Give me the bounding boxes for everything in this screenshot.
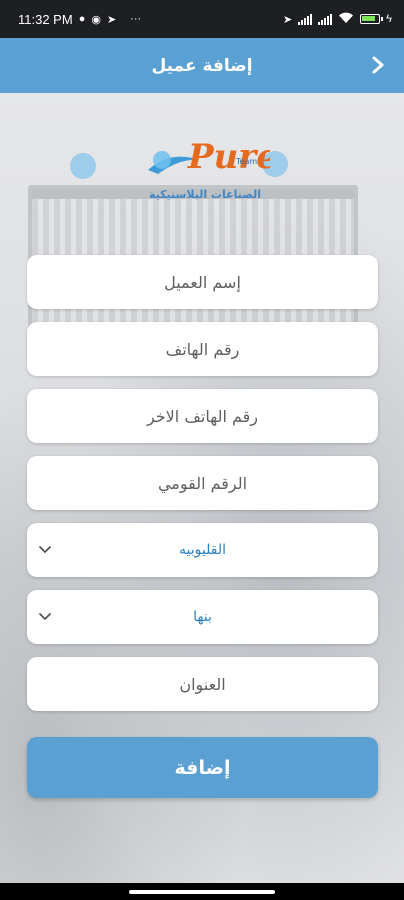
phone-field[interactable] (27, 322, 378, 376)
chevron-right-icon (372, 56, 384, 74)
messenger-icon: ◉ (91, 13, 101, 26)
signal-icon (298, 13, 313, 25)
address-input[interactable] (27, 657, 378, 711)
city-select[interactable]: بنها (27, 590, 378, 644)
company-logo: Pure Team الصناعات البلاستيكية (140, 130, 278, 202)
chevron-down-icon (39, 613, 51, 620)
governorate-select[interactable]: القليوبيه (27, 523, 378, 577)
logo-mark-icon: Pure Team (148, 137, 278, 177)
status-bar: 11:32 PM ● ◉ ➤ ··· ➤ ϟ (0, 0, 404, 38)
logo-subtitle: الصناعات البلاستيكية (149, 188, 261, 201)
customer-name-input[interactable] (27, 255, 378, 309)
governorate-value: القليوبيه (179, 542, 226, 558)
logo-brand: Pure (187, 137, 270, 177)
app-bar: إضافة عميل (0, 38, 404, 93)
back-button[interactable] (366, 52, 390, 78)
chevron-down-icon (39, 546, 51, 553)
address-field[interactable] (27, 657, 378, 711)
national-id-input[interactable] (27, 456, 378, 510)
city-value: بنها (193, 609, 212, 625)
whatsapp-icon: ● (78, 13, 86, 25)
battery-icon (360, 14, 384, 24)
other-phone-input[interactable] (27, 389, 378, 443)
home-indicator[interactable] (129, 890, 275, 894)
customer-name-field[interactable] (27, 255, 378, 309)
charging-icon: ϟ (386, 13, 392, 25)
signal-icon (318, 13, 333, 25)
status-left: 11:32 PM ● ◉ ➤ ··· (18, 12, 141, 27)
telegram-icon: ➤ (106, 13, 117, 26)
radiator-cap-image (70, 153, 96, 179)
logo-tagline: Team (235, 157, 257, 166)
wifi-icon (338, 12, 354, 27)
location-icon: ➤ (282, 13, 293, 26)
national-id-field[interactable] (27, 456, 378, 510)
page-title: إضافة عميل (151, 55, 253, 76)
status-right: ➤ ϟ (283, 12, 392, 27)
other-phone-field[interactable] (27, 389, 378, 443)
add-button[interactable]: إضافة (27, 737, 378, 798)
more-icon: ··· (130, 13, 142, 25)
status-time: 11:32 PM (18, 11, 73, 27)
phone-input[interactable] (27, 322, 378, 376)
